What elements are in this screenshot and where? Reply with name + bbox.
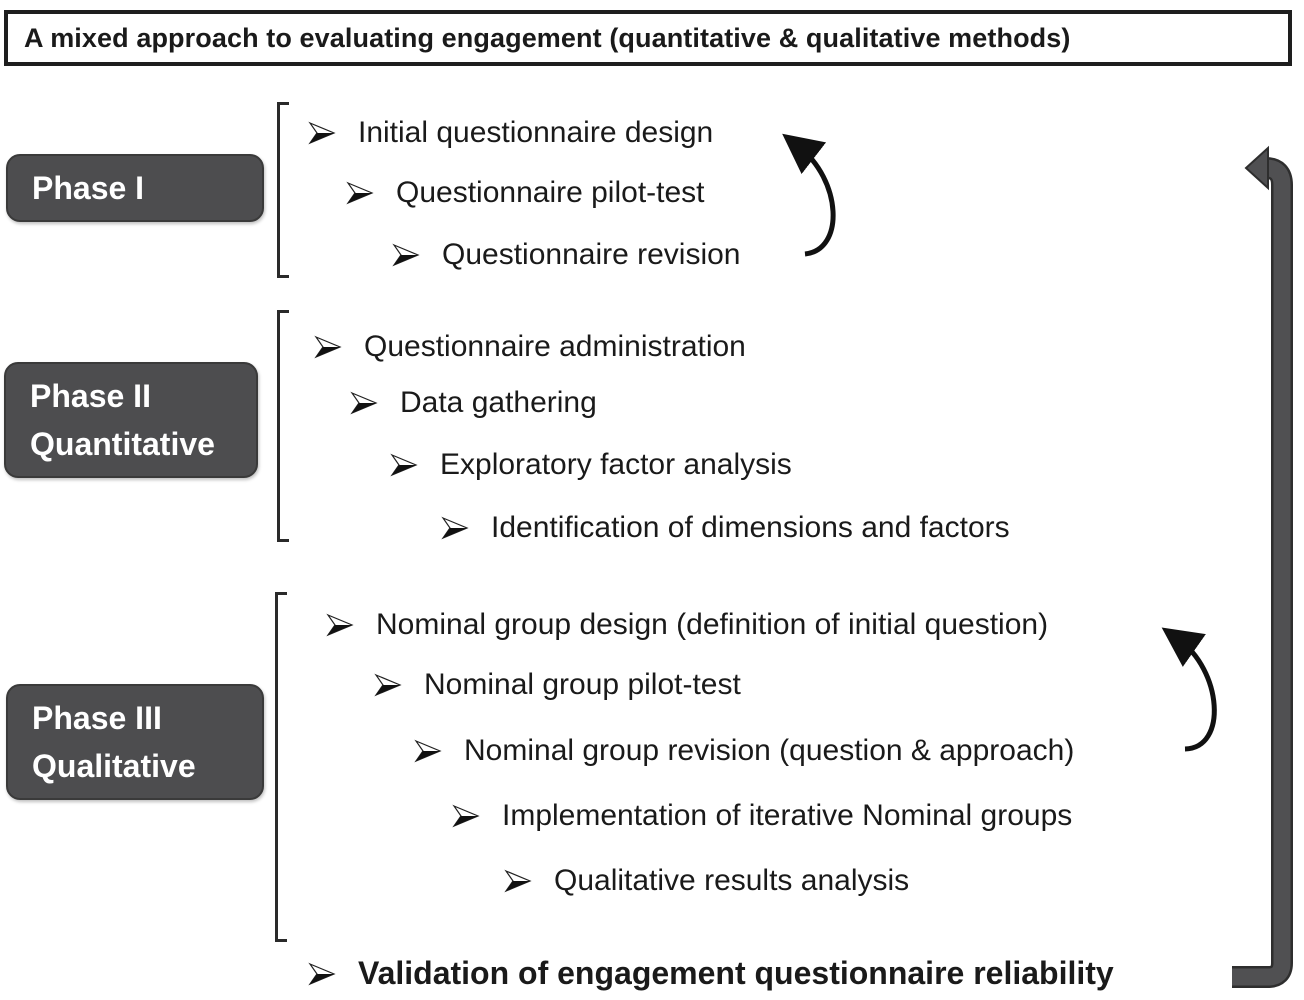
curved-loop-arrow-icon [1161, 627, 1217, 752]
arrows-overlay [782, 133, 1293, 988]
curved-loop-arrow-icon [782, 133, 836, 257]
feedback-return-arrow-icon [1232, 145, 1293, 988]
